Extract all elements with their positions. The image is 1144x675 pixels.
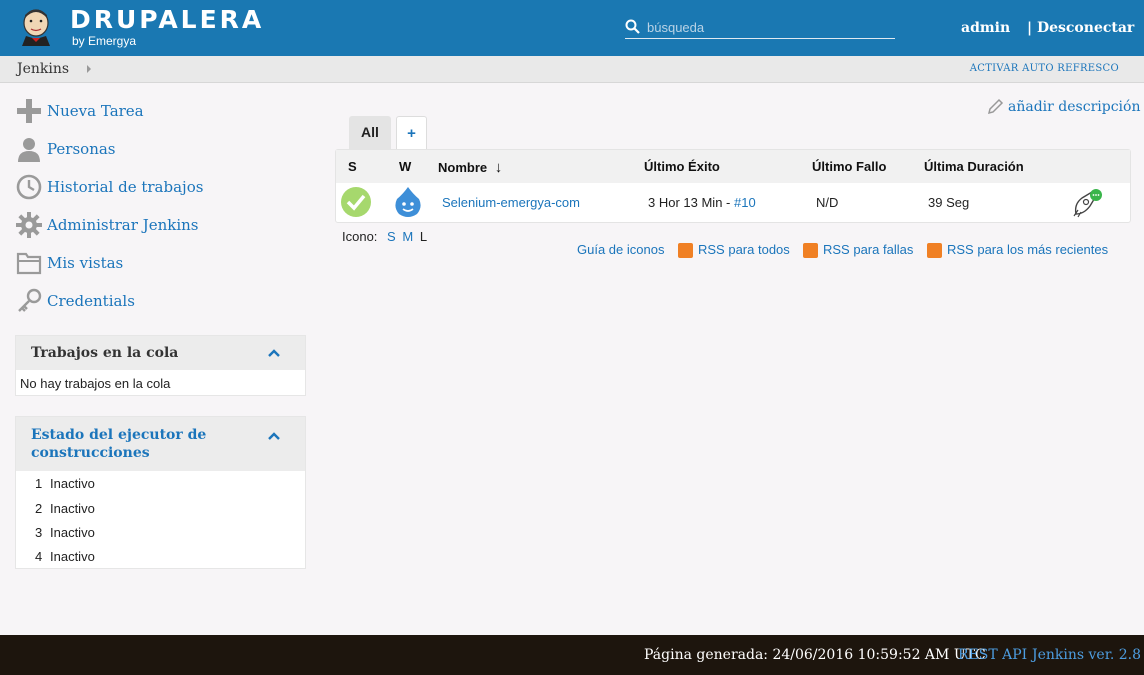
sidebar-item-label: Personas [47,140,116,158]
person-icon [18,138,40,162]
jenkins-version-link[interactable]: Jenkins ver. 2.8 [1032,647,1141,663]
table-header: S W Nombre ↓ Último Éxito Último Fallo Ú… [336,150,1130,183]
executor-row: 1 Inactivo [35,476,95,491]
breadcrumb: Jenkins ACTIVAR AUTO REFRESCO [0,56,1144,83]
sidebar-item-manage-jenkins[interactable]: Administrar Jenkins [16,212,296,242]
rss-icon [678,243,693,258]
sidebar-item-new-task[interactable]: Nueva Tarea [16,98,296,128]
chevron-up-icon[interactable] [268,432,280,440]
executor-status-title-line2: construcciones [31,445,150,461]
brand-subtitle: by Emergya [72,34,137,48]
search-icon [625,19,640,34]
executor-status: Inactivo [50,525,95,540]
executor-number: 3 [35,525,43,540]
executor-status-title-line1: Estado del ejecutor de [31,427,207,443]
search-input[interactable] [645,17,894,38]
last-success-cell: 3 Hor 13 Min - #10 [648,195,756,210]
clock-icon [16,174,42,200]
last-success-time: 3 Hor 13 Min - [648,195,734,210]
icon-size-legend: Icono: S M L [342,229,427,244]
sidebar-item-credentials[interactable]: Credentials [16,288,296,318]
jenkins-butler-logo-icon[interactable] [16,6,56,46]
rss-all-link[interactable]: RSS para todos [678,242,790,258]
column-header-weather[interactable]: W [399,159,411,174]
column-header-last-duration[interactable]: Última Duración [924,159,1024,174]
job-name-link[interactable]: Selenium-emergya-com [442,195,580,210]
auto-refresh-link[interactable]: ACTIVAR AUTO REFRESCO [970,63,1119,74]
executor-row: 2 Inactivo [35,501,95,516]
rss-latest-label: RSS para los más recientes [947,242,1109,257]
breadcrumb-arrow-icon[interactable] [87,65,91,73]
sidebar-item-label: Mis vistas [47,254,124,272]
sidebar-item-label: Nueva Tarea [47,102,144,120]
gear-icon [16,212,42,238]
brand-title: DRUPALERA [70,5,265,34]
page-header: DRUPALERA by Emergya admin | Desconectar [0,0,1144,56]
build-queue-empty: No hay trabajos en la cola [20,376,171,391]
build-number-link[interactable]: #10 [734,195,756,210]
sidebar-item-people[interactable]: Personas [16,136,296,166]
add-description-label: añadir descripción [1008,99,1141,115]
build-queue-panel: Trabajos en la cola No hay trabajos en l… [15,335,306,396]
sidebar-item-label: Historial de trabajos [47,178,204,196]
weather-sunny-icon[interactable] [393,185,423,219]
rss-icon [927,243,942,258]
jobs-table: S W Nombre ↓ Último Éxito Último Fallo Ú… [335,149,1131,223]
pencil-icon [987,98,1004,115]
key-icon [18,288,42,312]
column-header-status[interactable]: S [348,159,357,174]
executor-number: 2 [35,501,43,516]
logout-link[interactable]: | Desconectar [1027,20,1134,36]
breadcrumb-item-jenkins[interactable]: Jenkins [17,61,69,77]
page-generated-text: Página generada: 24/06/2016 10:59:52 AM … [644,647,986,663]
executor-status-header: Estado del ejecutor de construcciones [16,417,305,471]
executor-status-title[interactable]: Estado del ejecutor de construcciones [31,426,206,462]
sidebar-item-label: Administrar Jenkins [47,216,199,234]
page-footer: Página generada: 24/06/2016 10:59:52 AM … [0,635,1144,675]
status-success-icon[interactable] [340,186,372,218]
sidebar-item-label: Credentials [47,292,135,310]
user-link[interactable]: admin [961,20,1010,36]
last-duration-cell: 39 Seg [928,195,970,210]
rss-failures-link[interactable]: RSS para fallas [803,242,914,258]
sort-arrow-icon: ↓ [494,159,503,176]
executor-status: Inactivo [50,501,95,516]
last-failure-cell: N/D [816,195,839,210]
column-header-last-failure[interactable]: Último Fallo [812,159,886,174]
plus-icon [17,99,41,123]
icon-size-small-link[interactable]: S [387,229,396,244]
rss-icon [803,243,818,258]
add-description-link[interactable]: añadir descripción [986,98,1140,121]
icon-legend-link[interactable]: Guía de iconos [577,242,664,257]
icon-size-label: Icono: [342,229,378,244]
column-header-name[interactable]: Nombre ↓ [438,159,502,176]
sidebar-item-my-views[interactable]: Mis vistas [16,250,296,280]
icon-size-large-current: L [419,229,428,244]
build-queue-header: Trabajos en la cola [16,336,305,370]
sidebar-item-build-history[interactable]: Historial de trabajos [16,174,296,204]
schedule-build-rocket-icon[interactable] [1072,186,1104,218]
rss-failures-label: RSS para fallas [823,242,914,257]
tab-all[interactable]: All [349,116,391,149]
chevron-up-icon[interactable] [268,349,280,357]
executor-status-panel: Estado del ejecutor de construcciones 1I… [15,416,306,569]
executor-number: 4 [35,549,43,564]
search-box [625,17,895,39]
executor-row: 3 Inactivo [35,525,95,540]
executor-status: Inactivo [50,549,95,564]
rss-latest-link[interactable]: RSS para los más recientes [927,242,1109,258]
executor-number: 1 [35,476,43,491]
executor-status: Inactivo [50,476,95,491]
column-header-last-success[interactable]: Último Éxito [644,159,720,174]
rest-api-link[interactable]: REST API [958,647,1027,663]
folder-icon [16,252,42,275]
column-header-name-label: Nombre [438,160,488,175]
build-queue-title: Trabajos en la cola [31,345,179,361]
rss-all-label: RSS para todos [698,242,790,257]
icon-size-medium-link[interactable]: M [402,229,413,244]
executor-row: 4 Inactivo [35,549,95,564]
tab-add-view[interactable]: + [396,116,427,149]
